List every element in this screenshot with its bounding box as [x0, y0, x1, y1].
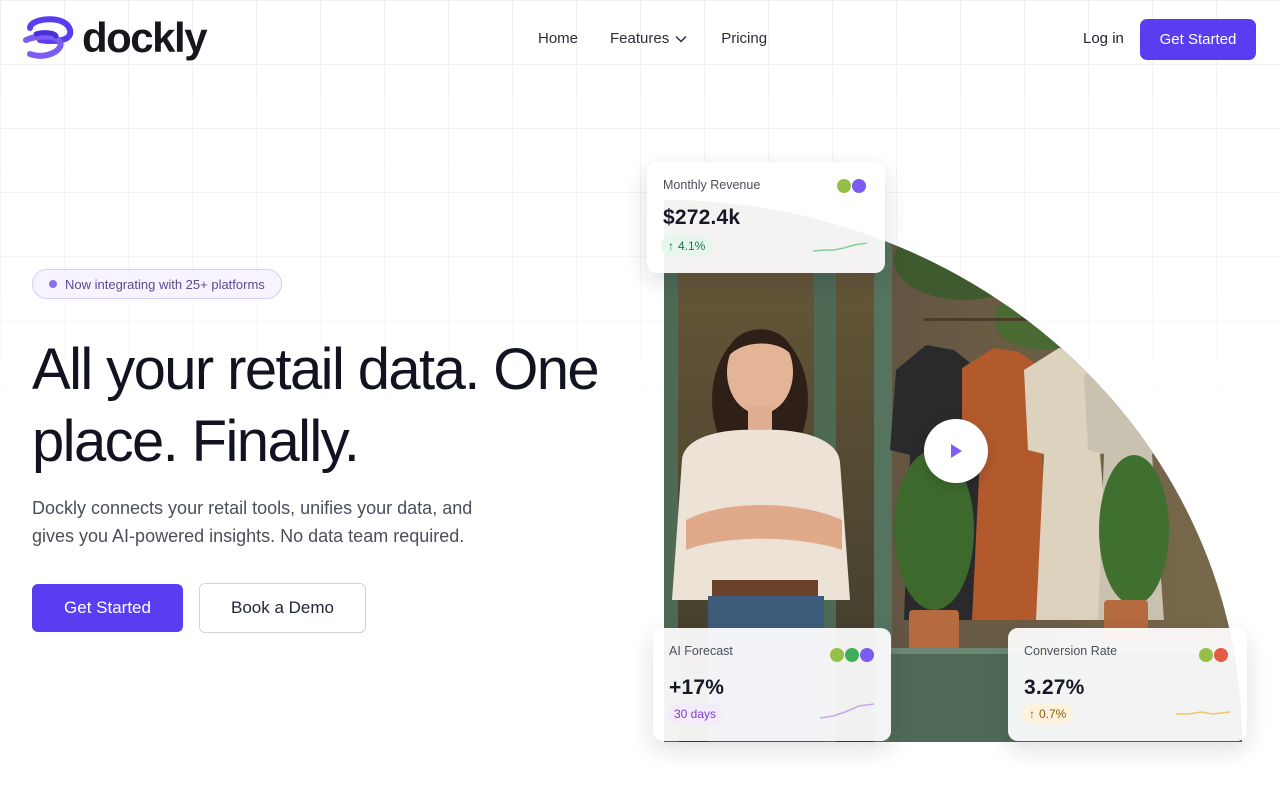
arrow-up-icon: ↑	[1029, 707, 1035, 721]
headline-line-1: All your retail data. One	[32, 337, 600, 402]
play-video-button[interactable]	[924, 419, 988, 483]
brand-logo[interactable]: dockly	[22, 14, 208, 62]
revenue-change: 4.1%	[678, 239, 706, 253]
forecast-card-title: AI Forecast	[669, 644, 733, 658]
headline-line-2: place. Finally.	[32, 409, 360, 474]
shopify-icon	[830, 648, 844, 662]
source-icon	[1214, 648, 1228, 662]
play-icon	[951, 444, 962, 458]
revenue-change-pill: ↑ 4.1%	[661, 236, 713, 256]
forecast-value: +17%	[669, 676, 725, 699]
brand-name: dockly	[82, 14, 208, 61]
woo-icon	[860, 648, 874, 662]
login-link[interactable]: Log in	[1083, 30, 1124, 47]
book-demo-button[interactable]: Book a Demo	[199, 583, 366, 633]
monthly-revenue-card: Monthly Revenue $272.4k ↑ 4.1%	[647, 162, 885, 273]
revenue-source-icons	[837, 179, 866, 193]
conversion-source-icons	[1199, 648, 1228, 662]
quickbooks-icon	[845, 648, 859, 662]
hero-headline: All your retail data. One place. Finally…	[32, 334, 632, 478]
nav-link-home[interactable]: Home	[538, 30, 578, 47]
conversion-change: 0.7%	[1039, 707, 1067, 721]
conversion-rate-card: Conversion Rate 3.27% ↑ 0.7%	[1008, 628, 1247, 741]
conversion-card-title: Conversion Rate	[1024, 644, 1118, 658]
nav-link-features[interactable]: Features	[610, 30, 687, 47]
revenue-value: $272.4k	[663, 206, 741, 229]
ai-forecast-card: AI Forecast +17% 30 days	[653, 628, 891, 741]
arrow-up-icon: ↑	[668, 239, 674, 253]
hero-get-started-button[interactable]: Get Started	[32, 584, 183, 632]
badge-dot-icon	[49, 280, 57, 288]
top-nav: dockly Home Features Pricing Log in Get …	[0, 0, 1280, 78]
integration-badge: Now integrating with 25+ platforms	[32, 269, 282, 299]
chevron-down-icon	[675, 35, 687, 43]
forecast-sparkline	[819, 703, 875, 719]
conversion-sparkline	[1176, 711, 1231, 715]
forecast-source-icons	[830, 648, 874, 662]
logo-mark-icon	[23, 16, 74, 59]
revenue-card-title: Monthly Revenue	[663, 178, 761, 192]
woo-icon	[852, 179, 866, 193]
subtext-line-1: Dockly connects your retail tools, unifi…	[32, 498, 473, 518]
badge-label: Now integrating with 25+ platforms	[65, 276, 265, 292]
nav-link-pricing[interactable]: Pricing	[721, 30, 767, 47]
revenue-sparkline	[812, 242, 868, 252]
nav-links: Home Features Pricing	[538, 30, 767, 47]
shopify-icon	[837, 179, 851, 193]
subtext-line-2: gives you AI-powered insights. No data t…	[32, 526, 465, 546]
conversion-value: 3.27%	[1024, 676, 1085, 699]
shopify-icon	[1199, 648, 1213, 662]
hero-subtext: Dockly connects your retail tools, unifi…	[32, 494, 532, 550]
conversion-change-pill: ↑ 0.7%	[1022, 704, 1074, 724]
nav-link-features-label: Features	[610, 30, 670, 47]
forecast-tag: 30 days	[667, 704, 724, 724]
nav-get-started-button[interactable]: Get Started	[1140, 19, 1256, 60]
